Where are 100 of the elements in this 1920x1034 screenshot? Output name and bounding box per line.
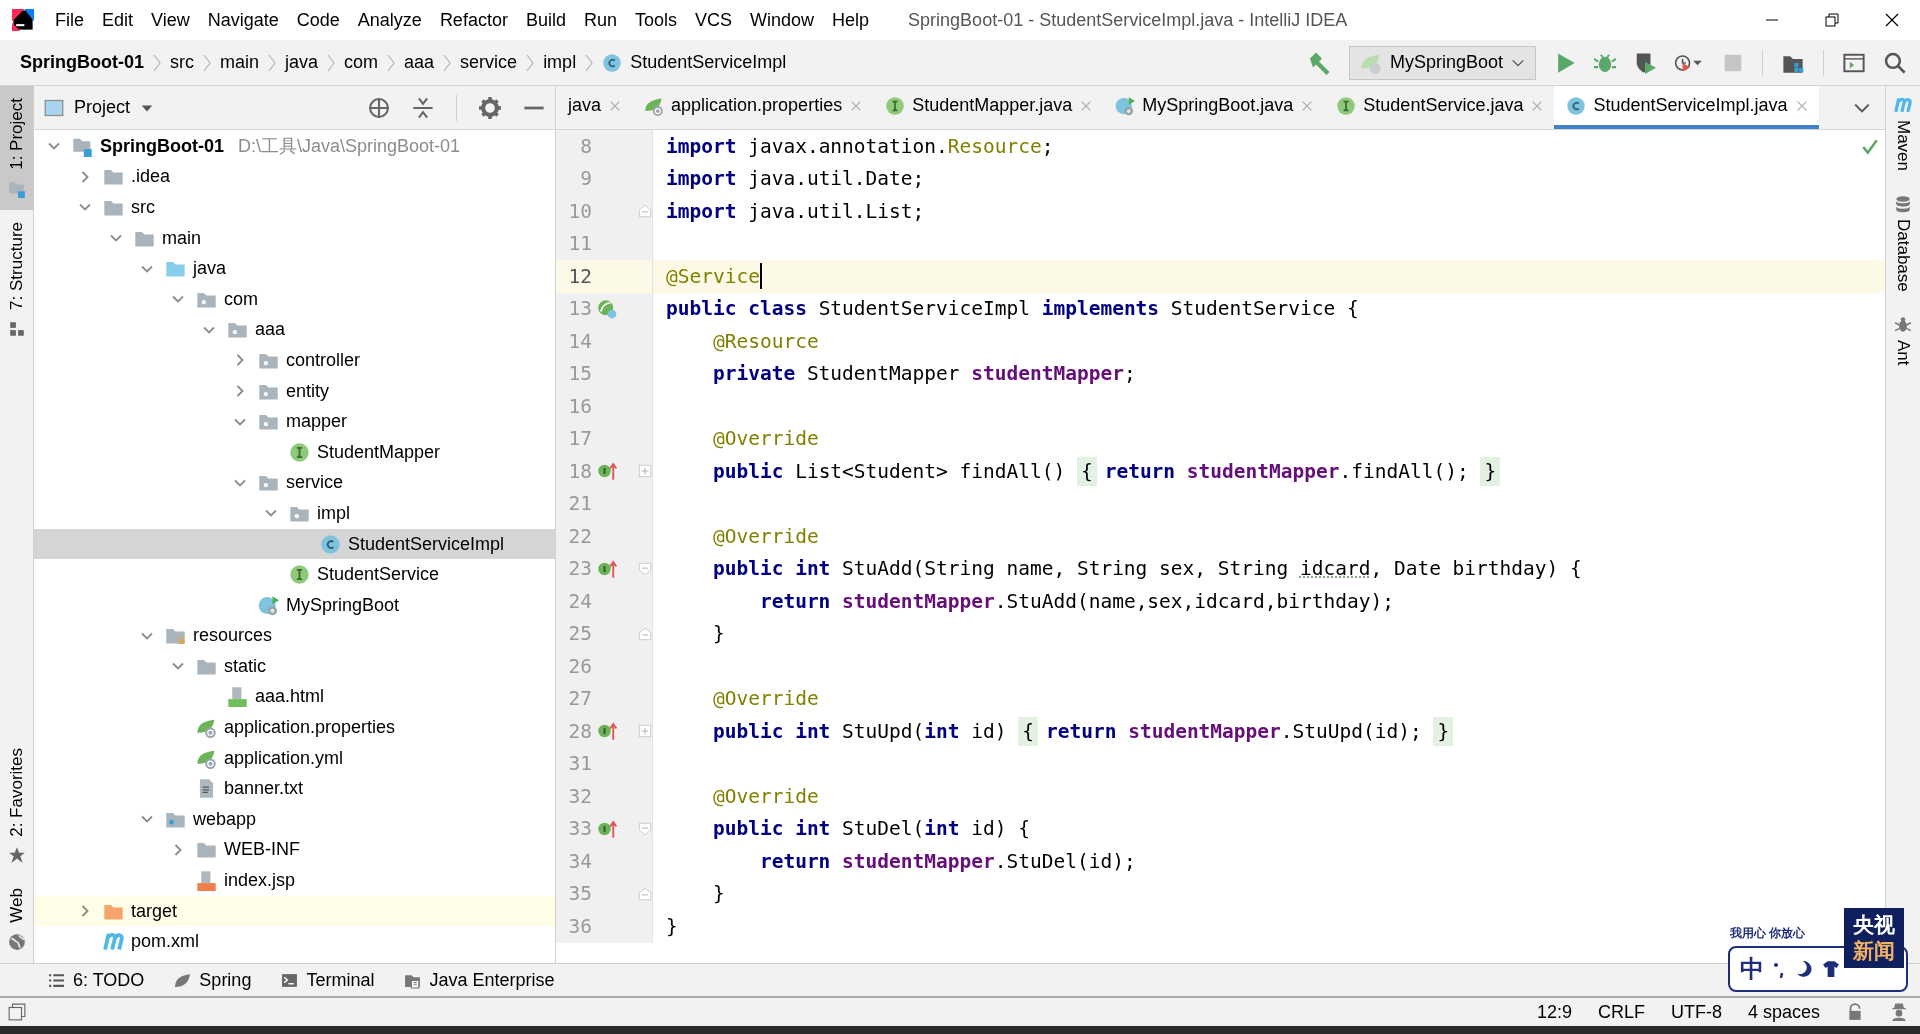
run-configuration-dropdown[interactable]: MySpringBoot	[1348, 45, 1536, 80]
menu-item[interactable]: View	[142, 5, 199, 35]
tree-item[interactable]: java	[34, 253, 555, 284]
editor-tab[interactable]: application.properties	[632, 86, 874, 129]
settings-icon[interactable]	[479, 96, 501, 119]
tree-item[interactable]: controller	[34, 345, 555, 376]
coverage-icon[interactable]	[1634, 51, 1656, 74]
implements-icon[interactable]	[597, 461, 617, 482]
tool-window-button[interactable]: Terminal	[281, 969, 375, 991]
tree-item[interactable]: resources	[34, 620, 555, 652]
tree-item[interactable]: entity	[34, 375, 555, 407]
code-line: }	[711, 622, 725, 646]
menu-item[interactable]: Analyze	[348, 5, 431, 35]
editor-tab[interactable]: java	[556, 86, 633, 129]
tool-window-button[interactable]: Database	[1886, 185, 1920, 306]
breadcrumb[interactable]: src	[170, 52, 194, 73]
editor-tab[interactable]: StudentService.java	[1324, 86, 1555, 129]
tool-window-button[interactable]: Ant	[1886, 305, 1920, 380]
tree-item[interactable]: static	[34, 651, 555, 682]
tree-item[interactable]: aaa	[34, 314, 555, 346]
tool-window-button[interactable]: Spring	[174, 969, 252, 991]
editor-tab[interactable]: StudentServiceImpl.java	[1554, 86, 1819, 129]
close-icon[interactable]	[1884, 12, 1900, 28]
lock-icon[interactable]	[1846, 1003, 1864, 1021]
menu-item[interactable]: VCS	[686, 5, 741, 35]
indent-setting[interactable]: 4 spaces	[1747, 1001, 1820, 1023]
menu-item[interactable]: Refactor	[430, 5, 517, 35]
editor-tab[interactable]: StudentMapper.java	[873, 86, 1104, 129]
breadcrumb[interactable]: main	[220, 52, 259, 73]
tool-window-button[interactable]: 1: Project	[0, 86, 33, 210]
menu-item[interactable]: Edit	[93, 5, 143, 35]
tool-window-button[interactable]: 6: TODO	[48, 969, 145, 991]
tree-item[interactable]: StudentService	[34, 559, 555, 590]
line-number: 9	[579, 167, 592, 191]
search-icon[interactable]	[1884, 51, 1906, 74]
tree-item[interactable]: src	[34, 192, 555, 223]
menu-item[interactable]: Navigate	[198, 5, 288, 35]
menu-item[interactable]: Help	[823, 5, 879, 35]
tool-window-button[interactable]: Maven	[1886, 86, 1920, 186]
tool-window-button[interactable]: 7: Structure	[0, 209, 33, 350]
tree-item[interactable]: application.properties	[34, 712, 555, 743]
tree-item[interactable]: MySpringBoot	[34, 589, 555, 621]
menu-item[interactable]: Tools	[625, 5, 686, 35]
implements-icon[interactable]	[597, 558, 617, 579]
menu-item[interactable]: Build	[516, 5, 575, 35]
menu-item[interactable]: File	[46, 5, 93, 35]
tool-window-button[interactable]: Web	[0, 876, 33, 963]
tool-window-button[interactable]: 2: Favorites	[0, 735, 33, 877]
tree-item[interactable]: index.jsp	[34, 865, 555, 896]
tree-item[interactable]: StudentMapper	[34, 436, 555, 468]
project-view-dropdown[interactable]: Project	[44, 97, 155, 118]
restore-icon[interactable]	[1824, 12, 1840, 28]
breadcrumb[interactable]: impl	[543, 52, 577, 73]
implements-icon[interactable]	[597, 818, 617, 839]
breadcrumb[interactable]: aaa	[404, 52, 435, 73]
input-mode-toggle[interactable]: 中	[1740, 953, 1764, 985]
tree-item[interactable]: WEB-INF	[34, 834, 555, 866]
tree-item[interactable]: .idea	[34, 161, 555, 193]
tree-item[interactable]: banner.txt	[34, 773, 555, 805]
breadcrumb[interactable]: java	[285, 52, 319, 73]
check-icon[interactable]	[1861, 138, 1879, 156]
tree-item[interactable]: mapper	[34, 406, 555, 437]
layout-icon[interactable]	[8, 1003, 26, 1021]
debug-icon[interactable]	[1594, 51, 1616, 74]
tree-item[interactable]: impl	[34, 498, 555, 529]
implements-icon[interactable]	[597, 721, 617, 742]
person-icon[interactable]	[1890, 1003, 1908, 1021]
menu-item[interactable]: Code	[287, 5, 349, 35]
menu-item[interactable]: Run	[574, 5, 626, 35]
tree-item[interactable]: SpringBoot-01 D:\工具\Java\SpringBoot-01	[34, 131, 555, 162]
terminal-icon[interactable]	[1842, 51, 1866, 74]
breadcrumb[interactable]: SpringBoot-01	[20, 52, 144, 73]
tree-item[interactable]: application.yml	[34, 742, 555, 774]
line-number: 36	[567, 914, 592, 938]
editor-tab[interactable]: MySpringBoot.java	[1103, 86, 1325, 129]
tree-item[interactable]: target	[34, 895, 555, 927]
breadcrumb[interactable]: com	[344, 52, 379, 73]
tree-item[interactable]: service	[34, 467, 555, 499]
tree-item[interactable]: aaa.html	[34, 681, 555, 713]
tree-item[interactable]: com	[34, 283, 555, 315]
terminal-icon	[281, 971, 299, 989]
tree-item[interactable]: pom.xml	[34, 926, 555, 958]
caret-position[interactable]: 12:9	[1536, 1001, 1572, 1023]
code-line: @Resource	[711, 329, 819, 353]
breadcrumb[interactable]: StudentServiceImpl	[602, 52, 787, 73]
crosshair-icon[interactable]	[368, 96, 390, 119]
tool-window-button[interactable]: Java Enterprise	[404, 969, 555, 991]
bean-icon[interactable]	[597, 298, 617, 319]
breadcrumb[interactable]: service	[460, 52, 518, 73]
menu-item[interactable]: Window	[741, 5, 824, 35]
collapse-all-icon[interactable]	[412, 96, 434, 119]
ime-skin-badge: 央视 新闻	[1844, 908, 1904, 968]
tree-item[interactable]: webapp	[34, 804, 555, 835]
line-separator[interactable]: CRLF	[1597, 1001, 1645, 1023]
jsp-file-icon	[196, 870, 217, 892]
tree-item[interactable]: main	[34, 222, 555, 254]
shirt-icon[interactable]	[1822, 960, 1840, 978]
tree-item[interactable]: StudentServiceImpl	[34, 528, 555, 560]
moon-icon[interactable]	[1796, 960, 1814, 978]
file-encoding[interactable]: UTF-8	[1670, 1001, 1722, 1023]
